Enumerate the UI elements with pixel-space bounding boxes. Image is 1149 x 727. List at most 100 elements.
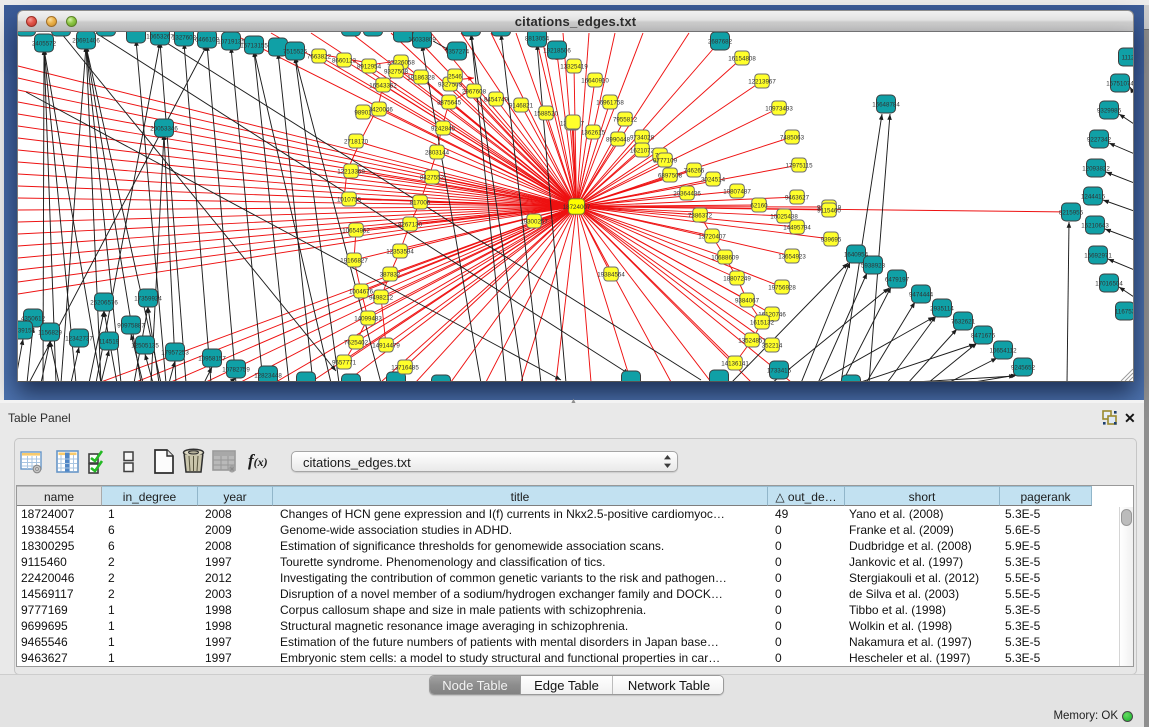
svg-text:17957253: 17957253 [161,349,189,356]
svg-text:114519: 114519 [99,338,120,345]
svg-text:387832: 387832 [380,271,401,278]
svg-text:9777109: 9777109 [653,157,678,164]
svg-text:17975115: 17975115 [785,162,813,169]
svg-text:16210643: 16210643 [1081,222,1109,229]
svg-text:19756928: 19756928 [768,284,796,291]
svg-text:1244415: 1244415 [1081,193,1106,200]
svg-text:20053346: 20053346 [150,125,178,132]
svg-text:9329986: 9329986 [1097,107,1122,114]
svg-text:12823448: 12823448 [254,372,282,379]
svg-text:9384067: 9384067 [735,297,760,304]
svg-text:13716485: 13716485 [391,364,419,371]
svg-text:939695: 939695 [821,236,842,243]
svg-text:16648784: 16648784 [872,101,900,108]
svg-text:16543362: 16543362 [369,82,397,89]
svg-text:2967608: 2967608 [462,88,487,95]
svg-text:12213369: 12213369 [337,168,365,175]
svg-text:90975887: 90975887 [117,322,145,329]
svg-text:9463627: 9463627 [785,194,810,201]
svg-text:7386372: 7386372 [688,212,713,219]
svg-text:20691406: 20691406 [72,37,100,44]
svg-text:1362615: 1362615 [581,129,606,136]
svg-text:8454749: 8454749 [484,96,509,103]
svg-text:12353594: 12353594 [386,248,414,255]
svg-text:12505135: 12505135 [131,342,159,349]
svg-text:19300257: 19300257 [520,218,548,225]
svg-text:18724007: 18724007 [563,204,591,211]
svg-text:18186328: 18186328 [407,74,435,81]
svg-text:7632621: 7632621 [951,318,976,325]
svg-text:1588520: 1588520 [534,110,559,117]
svg-text:1010755: 1010755 [337,196,362,203]
svg-text:62160: 62160 [750,202,768,209]
svg-text:1615132: 1615132 [750,319,775,326]
svg-text:16713155: 16713155 [240,42,268,49]
svg-text:7663822: 7663822 [307,53,332,60]
svg-text:10958157: 10958157 [198,355,226,362]
svg-text:18807249: 18807249 [723,275,751,282]
svg-text:13325419: 13325419 [560,63,588,70]
svg-text:1112: 1112 [1122,54,1134,61]
svg-text:12213967: 12213967 [748,78,776,85]
svg-text:7955812: 7955812 [613,116,638,123]
svg-text:2439154: 2439154 [18,327,36,334]
svg-text:17016504: 17016504 [1095,280,1123,287]
svg-text:6466102: 6466102 [195,36,220,43]
svg-text:6897508: 6897508 [658,172,683,179]
svg-text:1327602: 1327602 [172,34,197,41]
svg-text:17359924: 17359924 [134,295,162,302]
svg-text:746266: 746266 [684,167,705,174]
svg-text:3875645: 3875645 [437,99,462,106]
svg-text:14099483: 14099483 [354,315,382,322]
svg-text:8813054: 8813054 [525,35,550,42]
svg-text:9734028: 9734028 [630,134,655,141]
svg-text:10807487: 10807487 [723,188,751,195]
svg-text:1156829: 1156829 [38,329,62,336]
svg-text:14495794: 14495794 [783,224,811,231]
svg-text:5938923: 5938923 [861,262,886,269]
svg-text:3024514: 3024514 [701,176,726,183]
svg-text:16640910: 16640910 [581,77,609,84]
svg-text:2803144: 2803144 [425,149,450,156]
svg-text:8267130: 8267130 [398,221,423,228]
svg-text:16154808: 16154808 [728,55,756,62]
svg-text:19166827: 19166827 [340,257,368,264]
svg-text:8660123: 8660123 [332,57,357,64]
svg-text:26206576: 26206576 [90,299,118,306]
svg-text:8427552: 8427552 [420,174,445,181]
svg-text:8990448: 8990448 [606,136,631,143]
svg-text:16961758: 16961758 [596,99,624,106]
svg-text:2687682: 2687682 [708,38,733,45]
svg-text:15692971: 15692971 [1084,252,1112,259]
svg-text:7625402: 7625402 [344,339,369,346]
svg-text:9498212: 9498212 [369,294,394,301]
svg-text:12342737: 12342737 [65,335,93,342]
svg-text:10782759: 10782759 [222,366,250,373]
svg-text:2935114: 2935114 [930,305,954,312]
svg-text:10654962: 10654962 [342,227,370,234]
svg-text:19218506: 19218506 [543,47,571,54]
svg-text:1621072: 1621072 [630,147,655,154]
svg-text:8471676: 8471676 [971,332,996,339]
svg-text:8215955: 8215955 [1059,209,1084,216]
svg-text:8912954: 8912954 [357,63,382,70]
svg-text:9245652: 9245652 [1011,364,1036,371]
svg-text:10654112: 10654112 [989,347,1017,354]
svg-text:10688609: 10688609 [711,254,739,261]
svg-text:98901: 98901 [354,109,372,116]
svg-text:9115460: 9115460 [817,207,841,214]
svg-text:10653267: 10653267 [146,33,174,40]
svg-text:9657771: 9657771 [332,359,357,366]
svg-text:116753: 116753 [1115,308,1134,315]
svg-text:1733416: 1733416 [767,367,792,374]
svg-text:6479197: 6479197 [885,276,910,283]
svg-text:7357274: 7357274 [445,48,470,55]
svg-text:20364436: 20364436 [673,190,701,197]
svg-text:9146821: 9146821 [509,102,534,109]
svg-text:15751074: 15751074 [1106,80,1134,87]
svg-text:14914479: 14914479 [372,342,400,349]
svg-text:2718170: 2718170 [344,138,369,145]
svg-text:7515526: 7515526 [283,48,308,55]
svg-text:9474444: 9474444 [909,291,934,298]
svg-text:9227342: 9227342 [1087,136,1112,143]
